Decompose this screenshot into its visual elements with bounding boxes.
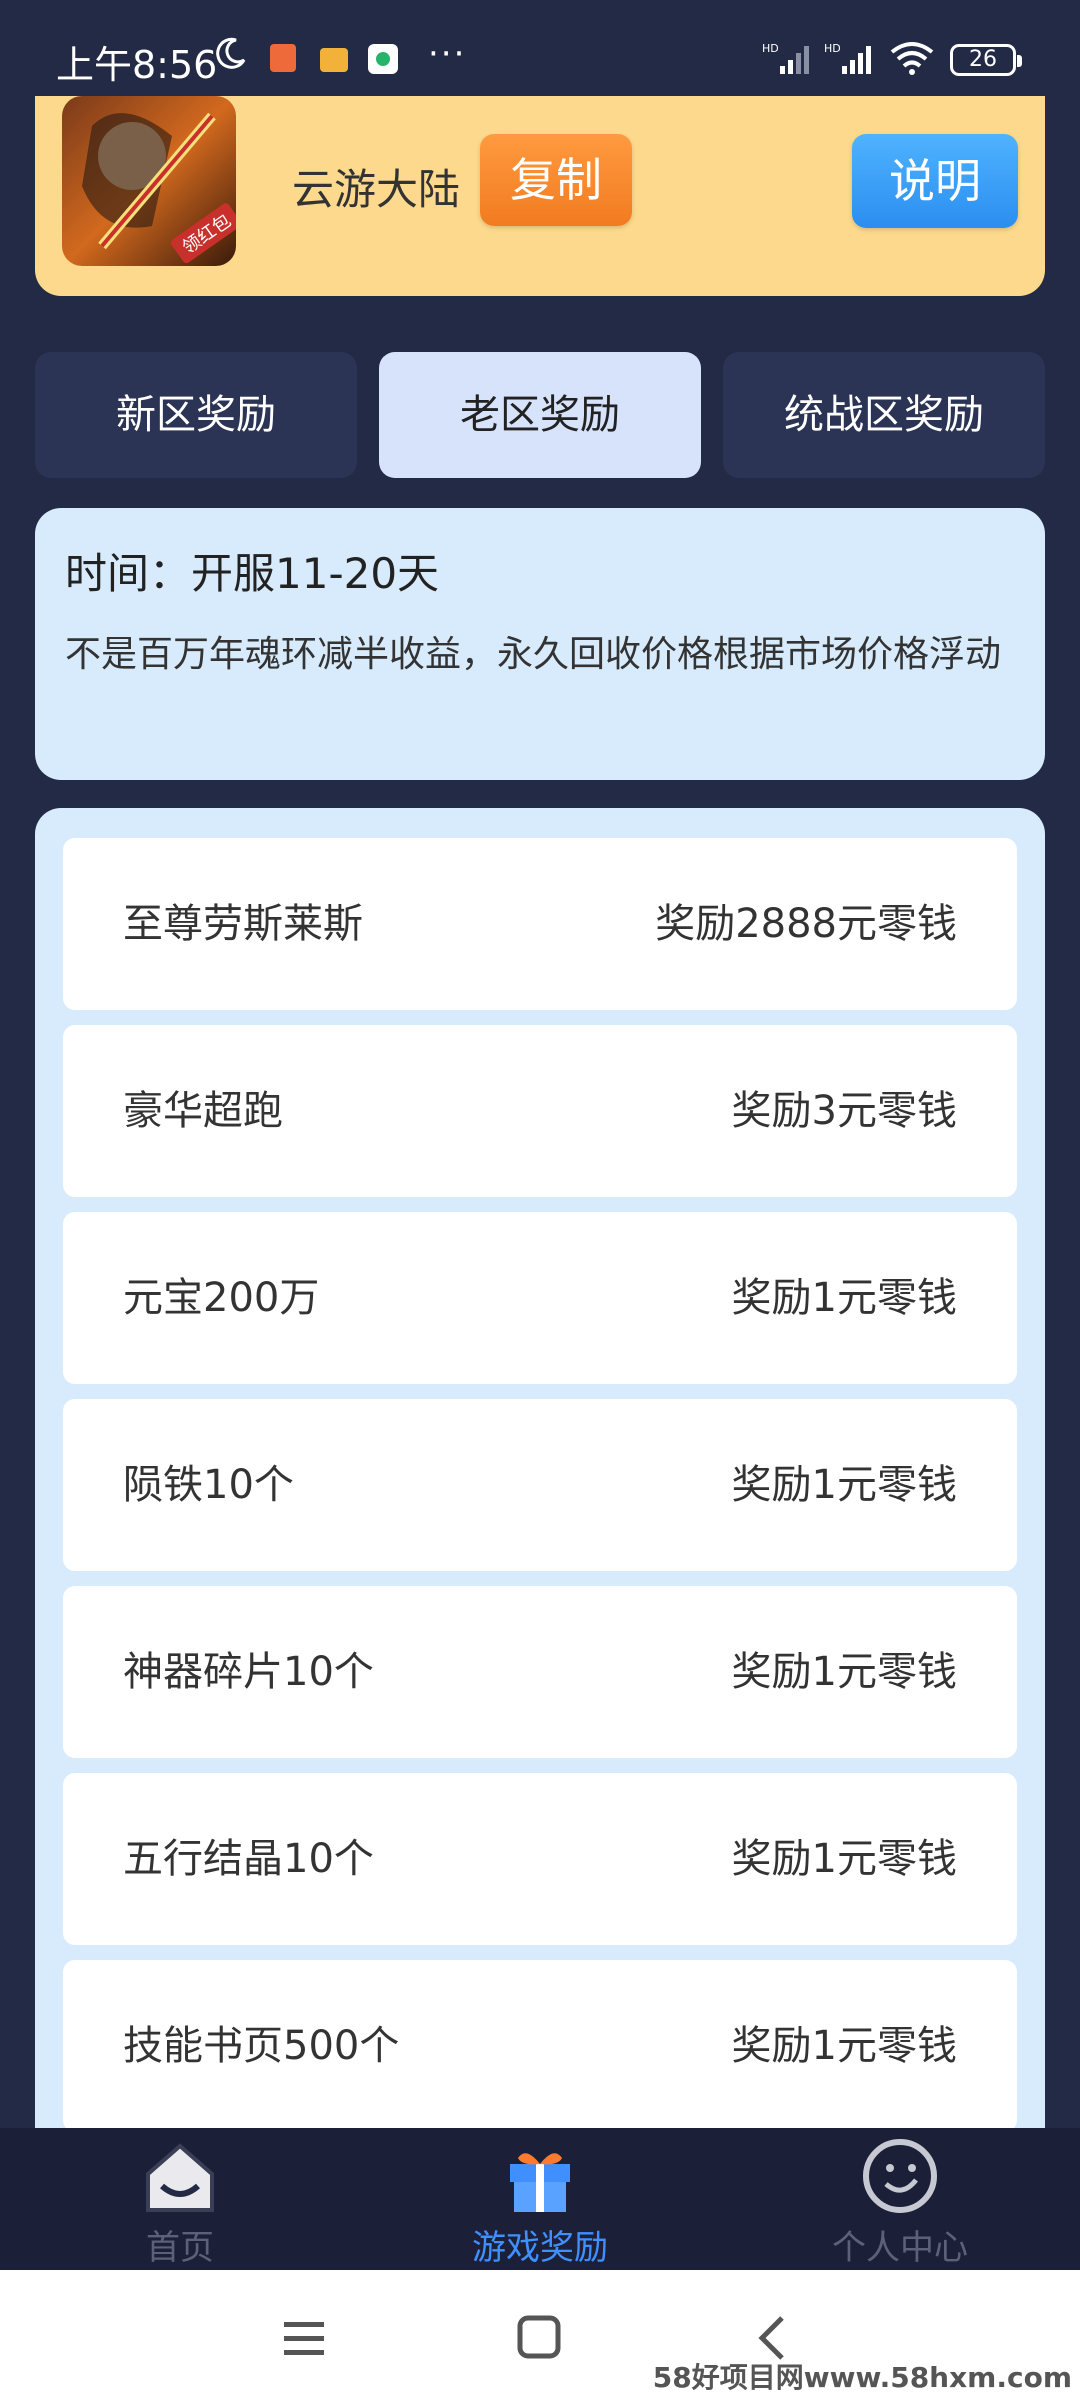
game-icon[interactable]: 领红包 <box>62 96 236 266</box>
gift-icon <box>510 2153 570 2212</box>
info-description: 不是百万年魂环减半收益，永久回收价格根据市场价格浮动 <box>65 634 1002 675</box>
battery-icon: 26 <box>950 44 1022 76</box>
tab-unified-server-rewards[interactable]: 统战区奖励 <box>723 352 1045 478</box>
reward-name: 至尊劳斯莱斯 <box>123 901 363 947</box>
svg-text:HD: HD <box>762 42 779 55</box>
copy-button[interactable]: 复制 <box>480 134 632 226</box>
tab-new-server-rewards[interactable]: 新区奖励 <box>35 352 357 478</box>
menu-icon[interactable] <box>276 2310 336 2366</box>
reward-name: 陨铁10个 <box>123 1462 294 1508</box>
message-icon <box>320 48 348 72</box>
tab-old-server-rewards[interactable]: 老区奖励 <box>379 352 701 478</box>
list-item[interactable]: 陨铁10个 奖励1元零钱 <box>63 1399 1017 1571</box>
info-card: 时间：开服11-20天 不是百万年魂环减半收益，永久回收价格根据市场价格浮动 <box>35 508 1045 780</box>
reward-value: 奖励2888元零钱 <box>655 901 957 947</box>
reward-value: 奖励1元零钱 <box>731 1462 957 1508</box>
nav-game-rewards-label: 游戏奖励 <box>472 2228 608 2268</box>
nav-home[interactable]: 首页 <box>0 2128 360 2270</box>
info-time: 时间：开服11-20天 <box>65 549 440 598</box>
list-item[interactable]: 元宝200万 奖励1元零钱 <box>63 1212 1017 1384</box>
home-icon <box>146 2143 214 2212</box>
nav-profile[interactable]: 个人中心 <box>720 2128 1080 2270</box>
reward-name: 五行结晶10个 <box>123 1836 374 1882</box>
reward-value: 奖励3元零钱 <box>731 1088 957 1134</box>
reward-list: 至尊劳斯莱斯 奖励2888元零钱 豪华超跑 奖励3元零钱 元宝200万 奖励1元… <box>35 808 1045 2128</box>
signal-icon: HD <box>762 42 809 74</box>
nav-home-label: 首页 <box>146 2228 214 2268</box>
status-time: 上午8:56 <box>56 43 218 87</box>
status-bar: 上午8:56 ··· HD HD 26 <box>0 0 1080 96</box>
system-nav: 58好项目网www.58hxm.com <box>0 2270 1080 2400</box>
list-item[interactable]: 五行结晶10个 奖励1元零钱 <box>63 1773 1017 1945</box>
reward-name: 豪华超跑 <box>123 1088 283 1134</box>
reward-name: 元宝200万 <box>123 1275 320 1321</box>
list-item[interactable]: 豪华超跑 奖励3元零钱 <box>63 1025 1017 1197</box>
moon-icon <box>216 37 246 69</box>
reward-value: 奖励1元零钱 <box>731 1836 957 1882</box>
app-icon <box>368 44 398 74</box>
reward-name: 神器碎片10个 <box>123 1649 374 1695</box>
reward-value: 奖励1元零钱 <box>731 1649 957 1695</box>
watermark: 58好项目网www.58hxm.com <box>652 2361 1072 2394</box>
svg-text:HD: HD <box>824 42 841 55</box>
wifi-icon <box>890 42 934 75</box>
list-item[interactable]: 神器碎片10个 奖励1元零钱 <box>63 1586 1017 1758</box>
nav-profile-label: 个人中心 <box>832 2228 968 2268</box>
smiley-icon <box>863 2139 937 2213</box>
list-item[interactable]: 技能书页500个 奖励1元零钱 <box>63 1960 1017 2128</box>
home-button-icon[interactable] <box>510 2310 570 2366</box>
bottom-nav: 首页 游戏奖励 个人中心 <box>0 2128 1080 2270</box>
shopping-bag-icon <box>270 44 296 72</box>
list-item[interactable]: 至尊劳斯莱斯 奖励2888元零钱 <box>63 838 1017 1010</box>
signal-icon: HD <box>824 42 871 74</box>
more-icon: ··· <box>428 34 467 74</box>
reward-value: 奖励1元零钱 <box>731 1275 957 1321</box>
reward-value: 奖励1元零钱 <box>731 2023 957 2069</box>
game-name: 云游大陆 <box>292 165 461 214</box>
nav-game-rewards[interactable]: 游戏奖励 <box>360 2128 720 2270</box>
reward-name: 技能书页500个 <box>123 2023 400 2069</box>
explain-button[interactable]: 说明 <box>852 134 1018 228</box>
